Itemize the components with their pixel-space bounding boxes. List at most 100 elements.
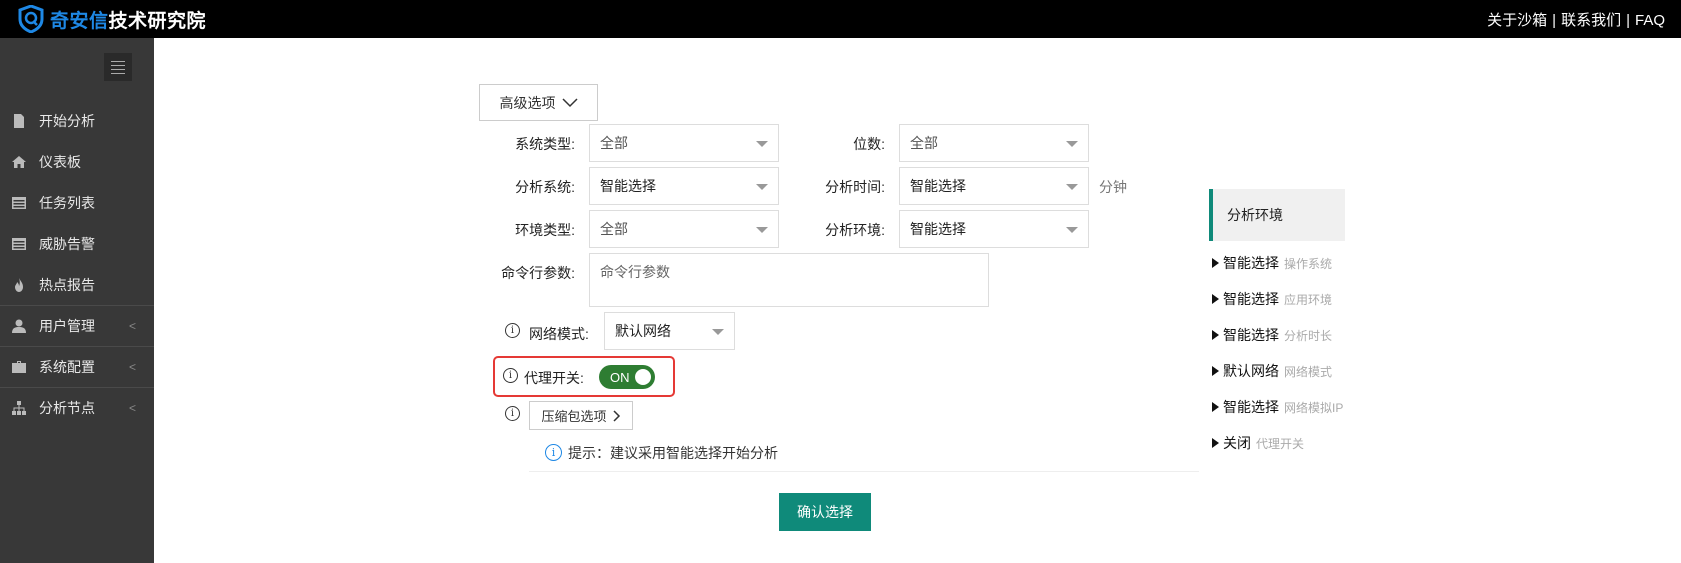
analysis-env-label: 分析环境: (825, 222, 885, 238)
about-sandbox-link[interactable]: 关于沙箱 (1487, 12, 1547, 29)
info-icon[interactable]: i (503, 368, 518, 383)
triangle-right-icon (1212, 366, 1219, 376)
sidebar-item-dashboard[interactable]: 仪表板 (0, 141, 154, 182)
sidebar: 开始分析 仪表板 任务列表 威胁告警 热点报告 用户管理 < 系统配置 < 分析… (0, 38, 154, 563)
cmdline-label: 命令行参数: (501, 265, 575, 281)
analysis-time-select[interactable]: 智能选择 (899, 167, 1089, 205)
fire-icon (11, 277, 27, 293)
caret-down-icon (756, 184, 768, 190)
summary-item: 智能选择 网络模拟IP (1212, 397, 1343, 417)
chevron-down-icon (561, 97, 578, 107)
top-links: 关于沙箱 | 联系我们 | FAQ (1487, 9, 1665, 30)
confirm-button[interactable]: 确认选择 (779, 493, 871, 531)
sidebar-item-hot-reports[interactable]: 热点报告 (0, 264, 154, 305)
list-icon (11, 236, 27, 252)
network-mode-select[interactable]: 默认网络 (604, 312, 735, 350)
sidebar-item-label: 热点报告 (39, 276, 95, 293)
caret-down-icon (1066, 227, 1078, 233)
logo-rest: 技术研究院 (108, 10, 207, 32)
advanced-options-label: 高级选项 (499, 94, 556, 111)
user-icon (11, 318, 27, 334)
zip-options-label: 压缩包选项 (541, 409, 607, 424)
os-type-label: 系统类型: (515, 136, 575, 152)
logo-brand: 奇安信 (50, 10, 109, 32)
sidebar-item-task-list[interactable]: 任务列表 (0, 182, 154, 223)
triangle-right-icon (1212, 438, 1219, 448)
sidebar-item-label: 威胁告警 (39, 235, 95, 252)
env-type-label: 环境类型: (515, 222, 575, 238)
tip-bar: i 提示：建议采用智能选择开始分析 (529, 434, 1199, 472)
top-bar: 奇安信技术研究院 关于沙箱 | 联系我们 | FAQ (0, 0, 1681, 38)
tip-text: 提示：建议采用智能选择开始分析 (568, 444, 778, 461)
logo[interactable]: 奇安信技术研究院 (18, 4, 206, 34)
sidebar-item-system-config[interactable]: 系统配置 < (0, 346, 154, 387)
advanced-options-button[interactable]: 高级选项 (479, 84, 598, 121)
summary-item: 关闭 代理开关 (1212, 433, 1304, 453)
caret-down-icon (1066, 141, 1078, 147)
summary-item: 智能选择 分析时长 (1212, 325, 1332, 345)
sidebar-item-label: 系统配置 (39, 359, 95, 375)
bits-select[interactable]: 全部 (899, 124, 1089, 162)
summary-title: 分析环境 (1209, 189, 1345, 241)
env-type-value: 全部 (600, 221, 628, 237)
triangle-right-icon (1212, 402, 1219, 412)
sidebar-item-label: 开始分析 (39, 112, 95, 129)
triangle-right-icon (1212, 330, 1219, 340)
contact-us-link[interactable]: 联系我们 (1561, 12, 1621, 29)
home-icon (11, 154, 27, 170)
proxy-toggle[interactable]: ON (599, 365, 655, 389)
toggle-knob (635, 369, 651, 385)
analysis-env-value: 智能选择 (910, 221, 966, 237)
proxy-toggle-state: ON (610, 370, 630, 385)
caret-down-icon (1066, 184, 1078, 190)
shield-logo-icon (18, 5, 44, 33)
chevron-left-icon: < (128, 401, 136, 415)
analysis-system-label: 分析系统: (515, 179, 575, 195)
analysis-system-select[interactable]: 智能选择 (589, 167, 779, 205)
os-type-value: 全部 (600, 135, 628, 151)
faq-link[interactable]: FAQ (1635, 12, 1665, 29)
network-mode-label: 网络模式: (529, 326, 589, 342)
bits-value: 全部 (910, 135, 938, 151)
caret-down-icon (756, 227, 768, 233)
sidebar-item-start-analysis[interactable]: 开始分析 (0, 100, 154, 141)
env-type-select[interactable]: 全部 (589, 210, 779, 248)
analysis-time-value: 智能选择 (910, 178, 966, 194)
link-separator: | (1626, 12, 1630, 29)
network-mode-value: 默认网络 (615, 323, 671, 339)
sidebar-item-label: 分析节点 (39, 400, 95, 416)
analysis-env-select[interactable]: 智能选择 (899, 210, 1089, 248)
menu-toggle-icon[interactable] (104, 53, 132, 81)
analysis-system-value: 智能选择 (600, 178, 656, 194)
list-icon (11, 195, 27, 211)
sidebar-item-user-management[interactable]: 用户管理 < (0, 305, 154, 346)
caret-down-icon (756, 141, 768, 147)
zip-options-button[interactable]: 压缩包选项 (529, 401, 633, 430)
sidebar-item-label: 仪表板 (39, 153, 81, 170)
info-icon[interactable]: i (505, 323, 520, 338)
os-type-select[interactable]: 全部 (589, 124, 779, 162)
chevron-left-icon: < (128, 319, 136, 333)
briefcase-icon (11, 359, 27, 375)
info-icon[interactable]: i (505, 406, 520, 421)
triangle-right-icon (1212, 258, 1219, 268)
cmdline-input[interactable]: 命令行参数 (589, 253, 989, 307)
info-icon: i (545, 444, 562, 461)
caret-down-icon (712, 329, 724, 335)
triangle-right-icon (1212, 294, 1219, 304)
proxy-label: 代理开关: (524, 370, 584, 386)
sidebar-item-label: 任务列表 (39, 194, 95, 211)
sidebar-item-analysis-nodes[interactable]: 分析节点 < (0, 387, 154, 428)
summary-item: 默认网络 网络模式 (1212, 361, 1332, 381)
chevron-left-icon: < (128, 360, 136, 374)
bits-label: 位数: (853, 136, 885, 152)
sitemap-icon (11, 400, 27, 416)
summary-item: 智能选择 操作系统 (1212, 253, 1332, 273)
chevron-right-icon (612, 409, 620, 422)
link-separator: | (1552, 12, 1557, 29)
sidebar-item-threat-alerts[interactable]: 威胁告警 (0, 223, 154, 264)
file-icon (11, 113, 27, 129)
summary-item: 智能选择 应用环境 (1212, 289, 1332, 309)
sidebar-item-label: 用户管理 (39, 318, 95, 334)
logo-text: 奇安信技术研究院 (50, 6, 206, 33)
